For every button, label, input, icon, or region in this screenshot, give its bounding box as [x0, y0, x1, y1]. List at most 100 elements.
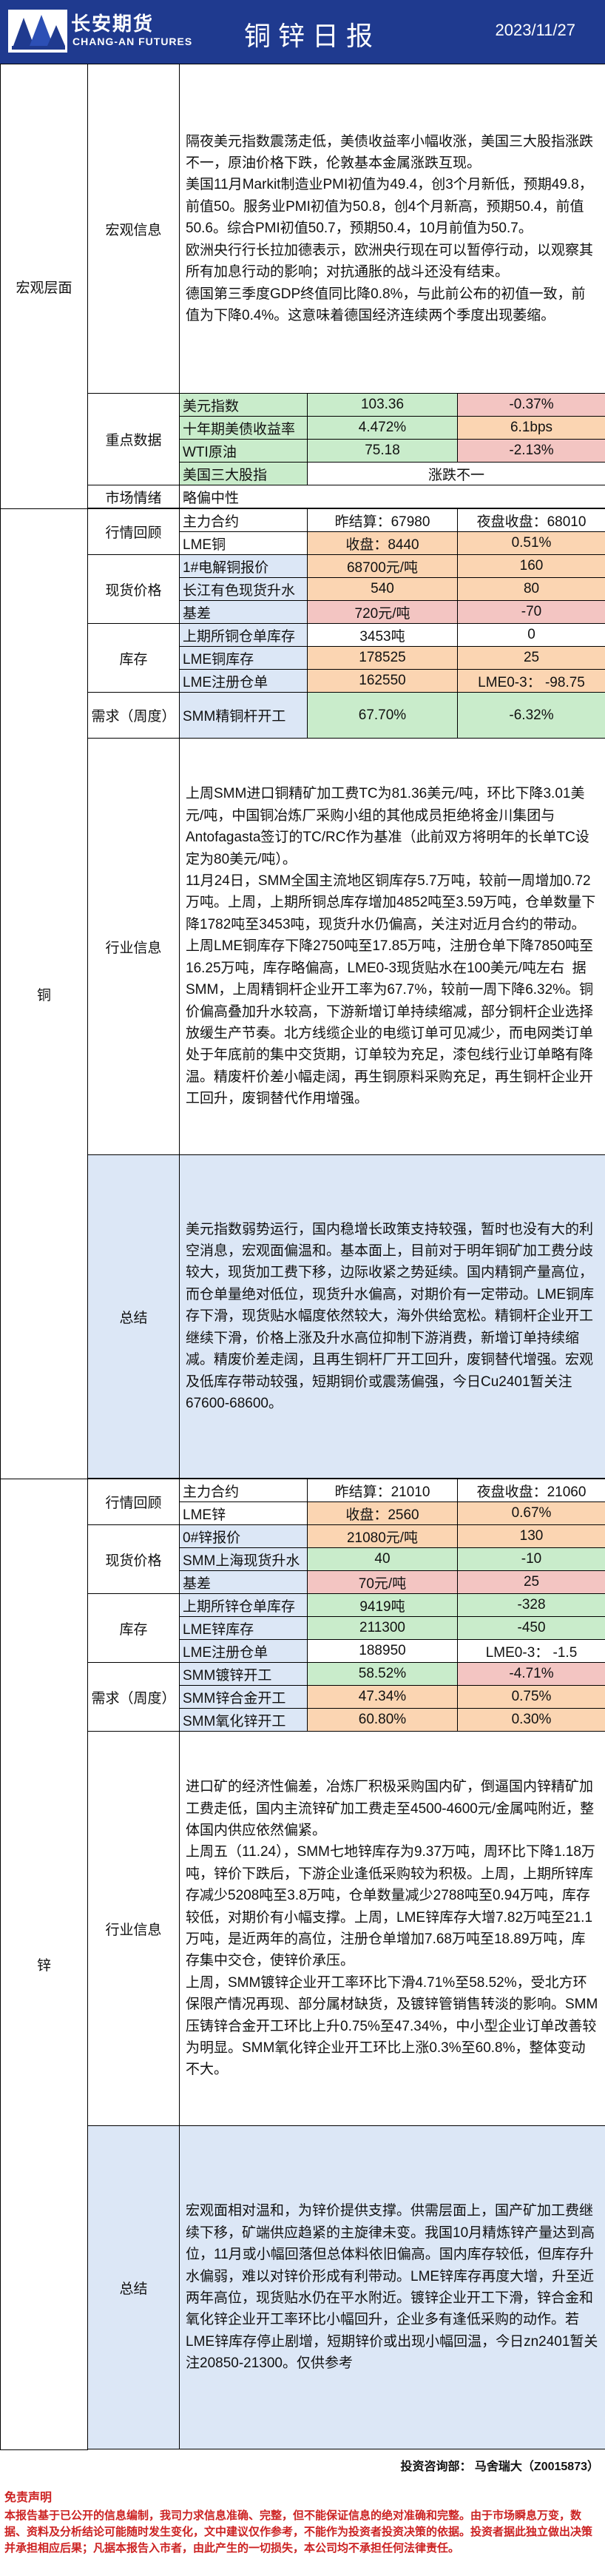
zinc-spot-a: 21080元/吨: [308, 1525, 458, 1548]
copper-stock-b: 25: [458, 647, 605, 670]
zinc-review-a: 收盘：2560: [308, 1502, 458, 1525]
copper-spot-name: 长江有色现货升水: [180, 578, 308, 601]
zinc-demand-a: 58.52%: [308, 1663, 458, 1686]
copper-summary-text: 美元指数弱势运行，国内稳增长政策支持较强，暂时也没有大的利空消息，宏观面偏温和。…: [180, 1155, 605, 1479]
report-header: 长安期货 CHANG-AN FUTURES 铜锌日报 2023/11/27: [0, 0, 605, 64]
copper-stock-name: LME注册仓单: [180, 670, 308, 693]
copper-demand-name: SMM精铜杆开工: [180, 693, 308, 739]
copper-spot-name: 基差: [180, 601, 308, 624]
zinc-demand-a: 60.80%: [308, 1709, 458, 1732]
macro-info-text: 隔夜美元指数震荡走低，美债收益率小幅收涨，美国三大股指涨跌不一，原油价格下跌，伦…: [180, 64, 605, 394]
company-name: 长安期货: [71, 9, 154, 36]
report-title: 铜锌日报: [244, 15, 380, 53]
zinc-review-name: LME锌: [180, 1502, 308, 1525]
zinc-review-b: 夜盘收盘：21060: [458, 1479, 605, 1502]
zinc-spot-b: 130: [458, 1525, 605, 1548]
zinc-summary-text: 宏观面相对温和，为锌价提供支撑。供需层面上，国产矿加工费继续下移，矿端供应趋紧的…: [180, 2126, 605, 2449]
zinc-demand-label: 需求（周度）: [88, 1663, 180, 1732]
key-row-name: 十年期美债收益率: [180, 417, 308, 440]
disclaimer-title: 免责声明: [4, 2487, 52, 2505]
zinc-stock-name: LME注册仓单: [180, 1640, 308, 1663]
copper-demand-b: -6.32%: [458, 693, 605, 739]
key-data-label: 重点数据: [88, 394, 180, 485]
report-footer: 投资咨询部： 马舍瑞大（Z0015873） 免责声明 本报告基于已公开的信息编制…: [0, 2450, 605, 2576]
key-row-value: 4.472%: [308, 417, 458, 440]
company-logo-icon: [6, 7, 70, 55]
copper-review-b: 0.51%: [458, 532, 605, 555]
sentiment-value: 略偏中性: [180, 485, 605, 508]
copper-spot-name: 1#电解铜报价: [180, 555, 308, 578]
key-row-value: 75.18: [308, 440, 458, 463]
key-row-change: -2.13%: [458, 440, 605, 463]
macro-info-label: 宏观信息: [88, 64, 180, 394]
copper-stock-label: 库存: [88, 624, 180, 693]
copper-demand-label: 需求（周度）: [88, 693, 180, 739]
copper-stock-b: 0: [458, 624, 605, 647]
report-table: 宏观层面 宏观信息 隔夜美元指数震荡走低，美债收益率小幅收涨，美国三大股指涨跌不…: [0, 64, 605, 2450]
zinc-spot-label: 现货价格: [88, 1525, 180, 1594]
zinc-stock-a: 9419吨: [308, 1594, 458, 1617]
copper-review-label: 行情回顾: [88, 509, 180, 555]
zinc-stock-label: 库存: [88, 1594, 180, 1663]
zinc-stock-a: 188950: [308, 1640, 458, 1663]
zinc-review-a: 昨结算：21010: [308, 1479, 458, 1502]
copper-industry-label: 行业信息: [88, 739, 180, 1155]
zinc-demand-a: 47.34%: [308, 1686, 458, 1709]
zinc-stock-b: -450: [458, 1617, 605, 1640]
zinc-spot-a: 70元/吨: [308, 1571, 458, 1594]
zinc-demand-b: -4.71%: [458, 1663, 605, 1686]
macro-section-label: 宏观层面: [1, 64, 88, 509]
zinc-review-name: 主力合约: [180, 1479, 308, 1502]
key-row-change: 涨跌不一: [308, 463, 605, 485]
analyst-info: 投资咨询部： 马舍瑞大（Z0015873）: [400, 2456, 599, 2474]
zinc-spot-b: -10: [458, 1548, 605, 1571]
copper-spot-a: 68700元/吨: [308, 555, 458, 578]
report-date: 2023/11/27: [496, 21, 575, 40]
zinc-spot-name: SMM上海现货升水: [180, 1548, 308, 1571]
zinc-demand-b: 0.75%: [458, 1686, 605, 1709]
copper-stock-name: LME铜库存: [180, 647, 308, 670]
copper-review-b: 夜盘收盘：68010: [458, 509, 605, 532]
zinc-stock-b: LME0-3： -1.5: [458, 1640, 605, 1663]
disclaimer-text: 本报告基于已公开的信息编制，我司力求信息准确、完整，但不能保证信息的绝对准确和完…: [4, 2508, 596, 2557]
zinc-stock-b: -328: [458, 1594, 605, 1617]
key-row-name: 美元指数: [180, 394, 308, 417]
zinc-stock-a: 211300: [308, 1617, 458, 1640]
copper-stock-a: 162550: [308, 670, 458, 693]
copper-review-name: LME铜: [180, 532, 308, 555]
copper-stock-name: 上期所铜仓单库存: [180, 624, 308, 647]
copper-stock-a: 178525: [308, 647, 458, 670]
copper-spot-label: 现货价格: [88, 555, 180, 624]
copper-spot-b: -70: [458, 601, 605, 624]
zinc-industry-text: 进口矿的经济性偏差，冶炼厂积极采购国内矿，倒逼国内锌精矿加工费走低，国内主流锌矿…: [180, 1732, 605, 2126]
zinc-review-label: 行情回顾: [88, 1479, 180, 1525]
copper-summary-label: 总结: [88, 1155, 180, 1479]
sentiment-label: 市场情绪: [88, 485, 180, 508]
copper-industry-text: 上周SMM进口铜精矿加工费TC为81.36美元/吨，环比下降3.01美元/吨，中…: [180, 739, 605, 1155]
company-name-en: CHANG-AN FUTURES: [72, 36, 192, 47]
zinc-spot-b: 25: [458, 1571, 605, 1594]
copper-stock-b: LME0-3： -98.75: [458, 670, 605, 693]
copper-stock-a: 3453吨: [308, 624, 458, 647]
copper-review-a: 收盘：8440: [308, 532, 458, 555]
zinc-demand-name: SMM锌合金开工: [180, 1686, 308, 1709]
zinc-summary-label: 总结: [88, 2126, 180, 2449]
zinc-review-b: 0.67%: [458, 1502, 605, 1525]
zinc-demand-name: SMM氧化锌开工: [180, 1709, 308, 1732]
copper-section-label: 铜: [1, 509, 88, 1479]
copper-demand-a: 67.70%: [308, 693, 458, 739]
key-row-change: 6.1bps: [458, 417, 605, 440]
zinc-spot-a: 40: [308, 1548, 458, 1571]
zinc-spot-name: 0#锌报价: [180, 1525, 308, 1548]
copper-spot-a: 720元/吨: [308, 601, 458, 624]
key-row-value: 103.36: [308, 394, 458, 417]
copper-spot-a: 540: [308, 578, 458, 601]
zinc-demand-name: SMM镀锌开工: [180, 1663, 308, 1686]
copper-review-name: 主力合约: [180, 509, 308, 532]
copper-spot-b: 80: [458, 578, 605, 601]
key-row-name: 美国三大股指: [180, 463, 308, 485]
copper-spot-b: 160: [458, 555, 605, 578]
copper-review-a: 昨结算：67980: [308, 509, 458, 532]
key-row-name: WTI原油: [180, 440, 308, 463]
zinc-stock-name: 上期所锌仓单库存: [180, 1594, 308, 1617]
